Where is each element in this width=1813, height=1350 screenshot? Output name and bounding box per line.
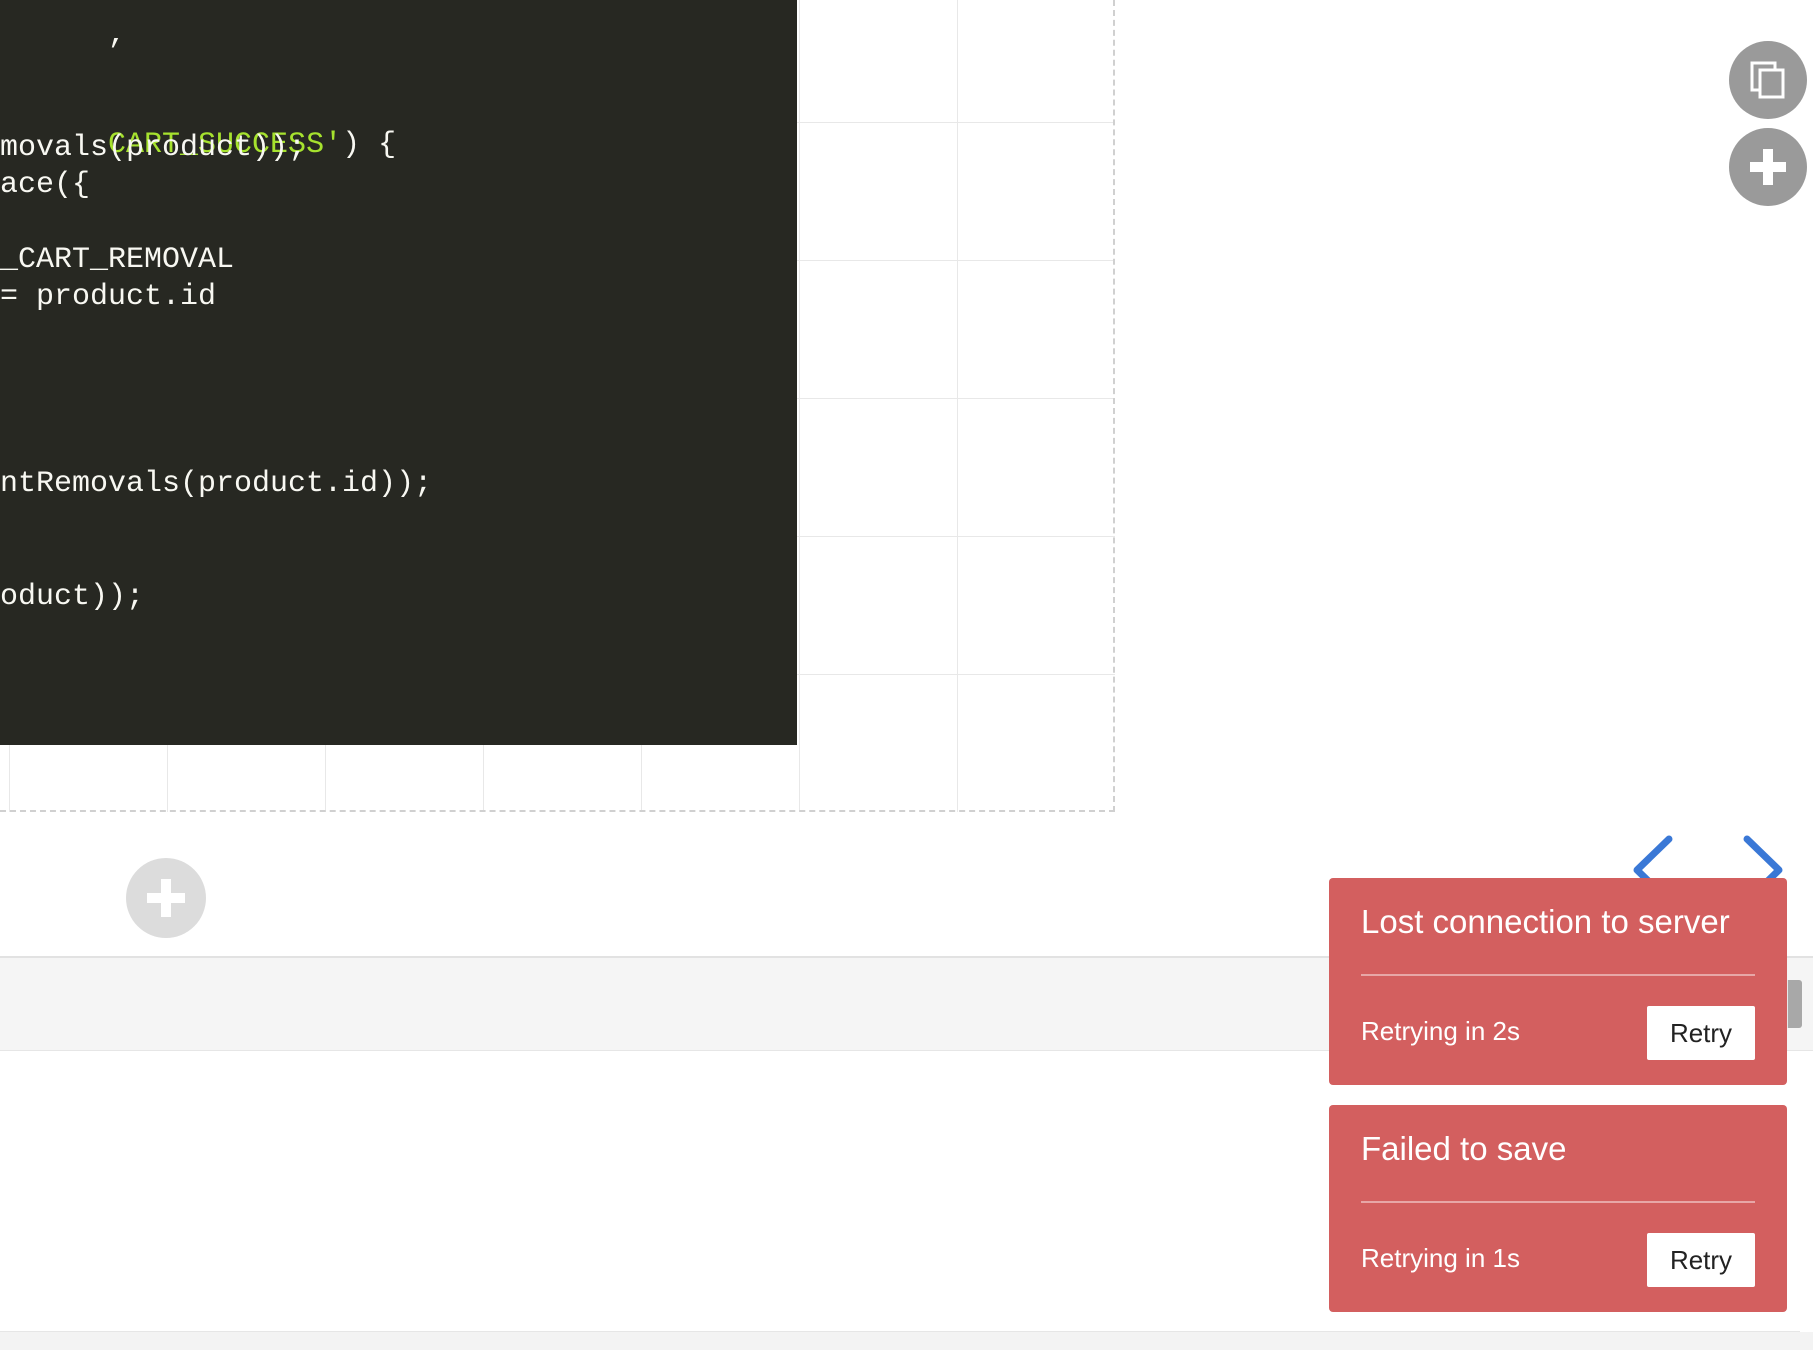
toast-separator — [1361, 974, 1755, 976]
footer-band — [0, 1332, 1813, 1350]
code-line: _CART_REMOVAL — [0, 243, 235, 277]
toolbar-button-edge — [1788, 980, 1802, 1028]
copy-icon — [1750, 61, 1785, 99]
add-row-button[interactable] — [126, 858, 206, 938]
duplicate-button[interactable] — [1729, 41, 1807, 119]
retry-button[interactable]: Retry — [1647, 1006, 1755, 1060]
toast-separator — [1361, 1201, 1755, 1203]
plus-icon — [1750, 149, 1786, 185]
code-line: movals(product)); — [0, 131, 307, 165]
toast-title: Lost connection to server — [1361, 903, 1730, 940]
toast-status: Retrying in 1s — [1361, 1243, 1520, 1273]
toast-lost-connection: Lost connection to server Retrying in 2s… — [1329, 878, 1787, 1085]
code-line: oduct)); — [0, 580, 145, 614]
toast-title: Failed to save — [1361, 1130, 1567, 1167]
toast-status: Retrying in 2s — [1361, 1016, 1520, 1046]
app-stage: , CART_SUCCESS') { movals(product)); ace… — [0, 0, 1813, 1350]
code-line: ace({ — [0, 168, 91, 202]
toast-failed-to-save: Failed to save Retrying in 1s Retry — [1329, 1105, 1787, 1312]
add-button[interactable] — [1729, 128, 1807, 206]
code-line: = product.id — [0, 280, 217, 314]
code-block[interactable]: , CART_SUCCESS') { movals(product)); ace… — [0, 0, 797, 745]
retry-button[interactable]: Retry — [1647, 1233, 1755, 1287]
code-line: ntRemovals(product.id)); — [0, 467, 433, 501]
plus-icon — [147, 879, 185, 917]
code-line: , — [108, 18, 127, 52]
